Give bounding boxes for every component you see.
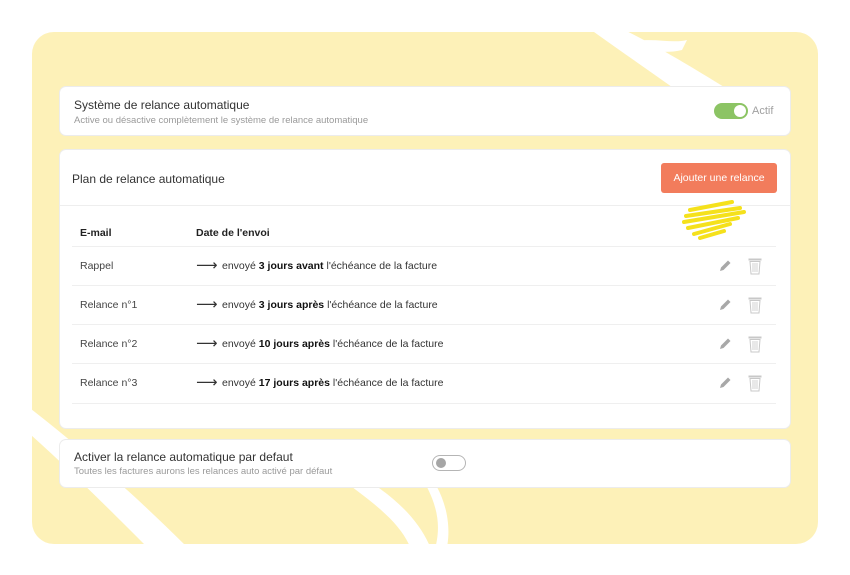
highlight-scribble xyxy=(682,200,746,240)
table-row: Relance n°2 ⟶ envoyé 10 jours après l'éc… xyxy=(72,324,776,364)
trash-icon[interactable] xyxy=(747,335,763,353)
default-reminder-toggle[interactable] xyxy=(432,455,466,471)
trash-icon[interactable] xyxy=(747,296,763,314)
reminder-schedule: envoyé 3 jours après l'échéance de la fa… xyxy=(222,299,438,311)
reminder-name: Relance n°2 xyxy=(80,338,138,350)
pencil-icon[interactable] xyxy=(717,375,733,391)
arrow-right-icon: ⟶ xyxy=(196,374,218,391)
reminder-schedule: envoyé 10 jours après l'échéance de la f… xyxy=(222,338,444,350)
reminder-schedule: envoyé 17 jours après l'échéance de la f… xyxy=(222,377,444,389)
arrow-right-icon: ⟶ xyxy=(196,335,218,352)
toggle-knob xyxy=(734,105,746,117)
column-header-send-date: Date de l'envoi xyxy=(196,227,270,239)
reminder-name: Relance n°1 xyxy=(80,299,138,311)
auto-reminder-title: Système de relance automatique xyxy=(74,98,250,112)
auto-reminder-card: Système de relance automatique Active ou… xyxy=(60,87,790,135)
arrow-right-icon: ⟶ xyxy=(196,257,218,274)
default-reminder-subtitle: Toutes les factures aurons les relances … xyxy=(74,466,333,477)
reminder-name: Relance n°3 xyxy=(80,377,138,389)
table-row: Relance n°1 ⟶ envoyé 3 jours après l'éch… xyxy=(72,285,776,325)
reminder-name: Rappel xyxy=(80,260,114,272)
table-row: Rappel ⟶ envoyé 3 jours avant l'échéance… xyxy=(72,246,776,286)
toggle-knob xyxy=(436,457,446,468)
trash-icon[interactable] xyxy=(747,374,763,392)
auto-reminder-subtitle: Active ou désactive complètement le syst… xyxy=(74,115,369,126)
auto-reminder-toggle[interactable] xyxy=(714,103,748,119)
default-reminder-title: Activer la relance automatique par defau… xyxy=(74,450,293,464)
column-header-email: E-mail xyxy=(80,227,112,239)
pencil-icon[interactable] xyxy=(717,297,733,313)
arrow-right-icon: ⟶ xyxy=(196,296,218,313)
pencil-icon[interactable] xyxy=(717,336,733,352)
pencil-icon[interactable] xyxy=(717,258,733,274)
reminder-schedule: envoyé 3 jours avant l'échéance de la fa… xyxy=(222,260,438,272)
add-reminder-button[interactable]: Ajouter une relance xyxy=(661,163,777,193)
table-row: Relance n°3 ⟶ envoyé 17 jours après l'éc… xyxy=(72,363,776,404)
trash-icon[interactable] xyxy=(747,257,763,275)
plan-title: Plan de relance automatique xyxy=(72,172,225,186)
toggle-status-label: Actif xyxy=(752,105,774,117)
default-reminder-card: Activer la relance automatique par defau… xyxy=(60,440,790,487)
